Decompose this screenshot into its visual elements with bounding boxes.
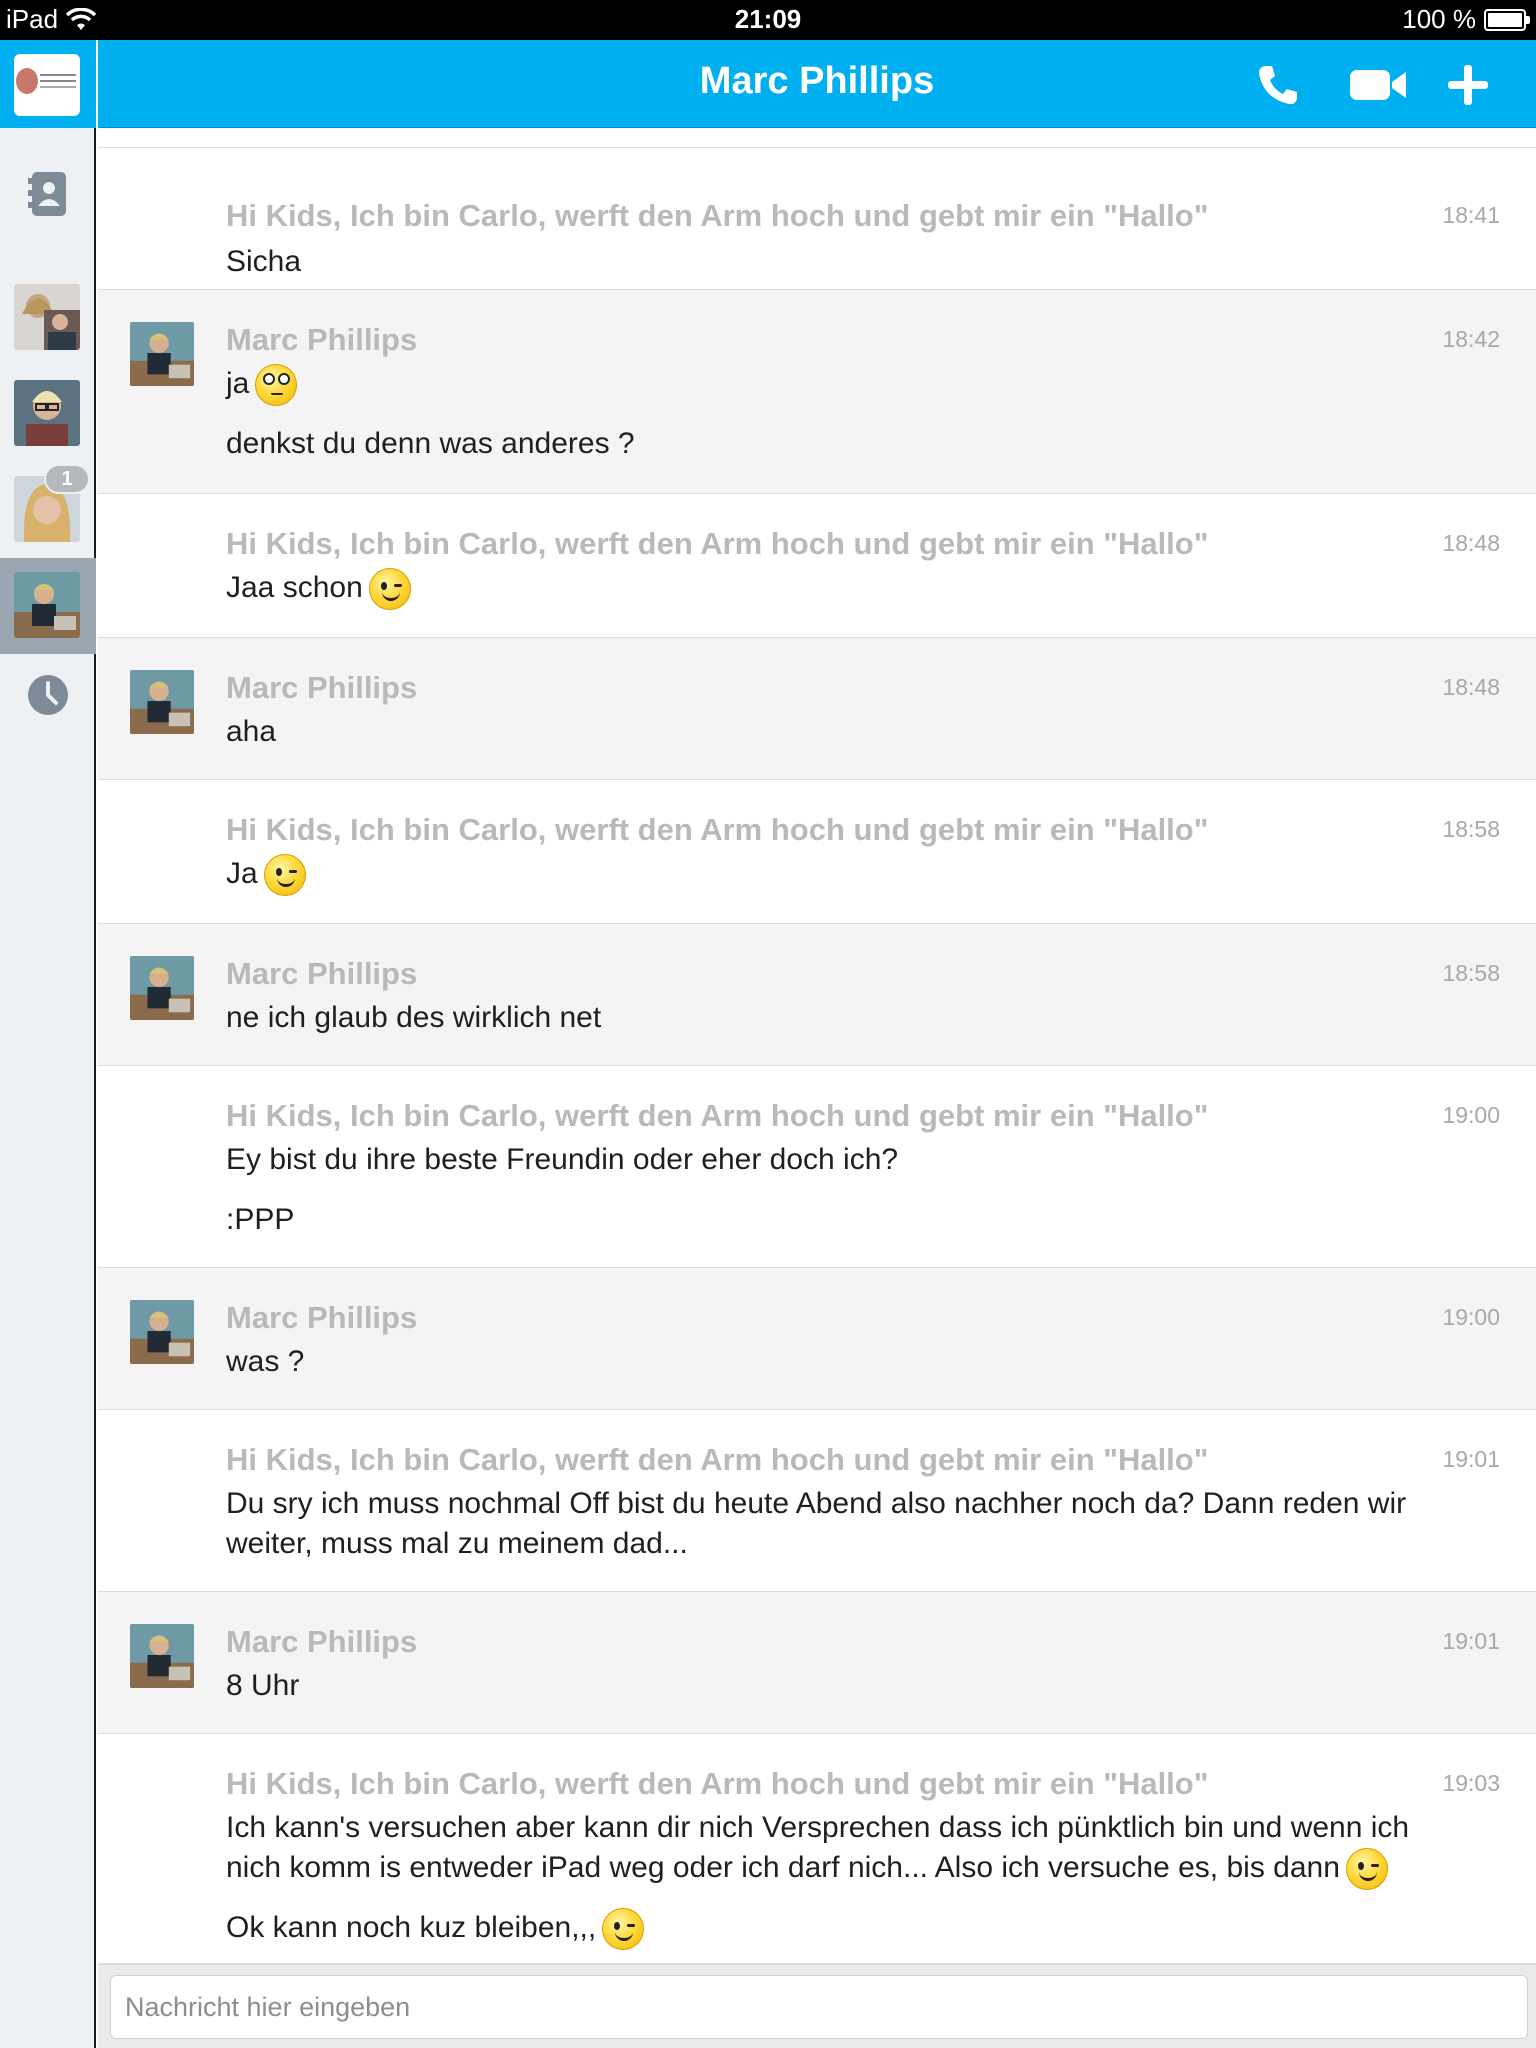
video-call-button[interactable] <box>1348 58 1408 112</box>
message-row[interactable]: Marc Phillips 18:58 ne ich glaub des wir… <box>98 924 1536 1066</box>
message-row[interactable]: Marc Phillips 19:01 8 Uhr <box>98 1592 1536 1734</box>
call-button[interactable] <box>1248 58 1308 112</box>
message-time: 19:00 <box>1442 1102 1500 1128</box>
message-sender: Hi Kids, Ich bin Carlo, werft den Arm ho… <box>226 1766 1209 1801</box>
battery-icon <box>1484 8 1530 31</box>
contact-avatar-1[interactable] <box>14 284 80 350</box>
message-text: was ? <box>226 1345 305 1378</box>
message-text: Ich kann's versuchen aber kann dir nich … <box>226 1811 1410 1844</box>
profile-thumbnail <box>14 54 80 116</box>
message-time: 18:58 <box>1442 816 1500 842</box>
message-row[interactable]: Marc Phillips 18:48 aha <box>98 638 1536 780</box>
message-row[interactable]: Hi Kids, Ich bin Carlo, werft den Arm ho… <box>98 1066 1536 1268</box>
battery-fill <box>1488 12 1522 27</box>
message-sender: Hi Kids, Ich bin Carlo, werft den Arm ho… <box>226 812 1209 847</box>
message-row[interactable]: Hi Kids, Ich bin Carlo, werft den Arm ho… <box>98 1410 1536 1592</box>
message-time: 18:58 <box>1442 960 1500 986</box>
message-text: Ey bist du ihre beste Freundin oder eher… <box>226 1143 899 1176</box>
sender-avatar <box>130 670 194 734</box>
message-text-line: nich komm is entweder iPad weg oder ich … <box>226 1848 1500 1891</box>
sender-avatar <box>130 956 194 1020</box>
wink-emoji-icon <box>602 1908 645 1951</box>
contact-avatar-2[interactable] <box>14 380 80 446</box>
message-row[interactable]: Marc Phillips 18:42 ja denkst du denn wa… <box>98 290 1536 494</box>
recent-clock-icon <box>28 675 68 715</box>
message-text: aha <box>226 715 277 748</box>
message-sender: Marc Phillips <box>226 1300 418 1335</box>
unread-badge: 1 <box>44 464 90 494</box>
message-time: 18:42 <box>1442 326 1500 352</box>
status-right: 100 % <box>1402 4 1530 35</box>
message-text: Ok kann noch kuz bleiben,,, <box>226 1911 597 1944</box>
sender-avatar <box>130 322 194 386</box>
status-bar: iPad 21:09 100 % <box>0 0 1536 40</box>
message-time: 18:48 <box>1442 674 1500 700</box>
sidebar: 1 <box>0 40 96 2048</box>
message-text-line: ja <box>226 364 1500 407</box>
message-text: Ja <box>226 857 258 890</box>
video-camera-icon <box>1350 70 1406 100</box>
message-text: :PPP <box>226 1203 295 1236</box>
message-row[interactable]: Hi Kids, Ich bin Carlo, werft den Arm ho… <box>98 494 1536 638</box>
wink-emoji-icon <box>368 568 411 611</box>
battery-percent: 100 % <box>1402 4 1476 34</box>
message-input[interactable] <box>110 1975 1528 2039</box>
sender-avatar <box>130 1300 194 1364</box>
composer-bar <box>98 1964 1536 2048</box>
message-text-line: Ja <box>226 854 1500 897</box>
message-time: 18:41 <box>1442 202 1500 228</box>
profile-photo-shape <box>16 68 38 94</box>
message-sender: Marc Phillips <box>226 1624 418 1659</box>
message-text: weiter, muss mal zu meinem dad... <box>226 1527 688 1560</box>
phone-icon <box>1259 66 1297 105</box>
message-time: 19:03 <box>1442 1770 1500 1796</box>
message-text: ne ich glaub des wirklich net <box>226 1001 602 1034</box>
message-time: 18:48 <box>1442 530 1500 556</box>
plus-icon <box>1448 65 1488 105</box>
profile-text-lines <box>40 74 76 76</box>
sender-avatar <box>130 1624 194 1688</box>
message-row[interactable]: Hi Kids, Ich bin Carlo, werft den Arm ho… <box>98 148 1536 290</box>
chat-title: Marc Phillips <box>699 60 935 102</box>
message-text: nich komm is entweder iPad weg oder ich … <box>226 1851 1340 1884</box>
message-sender: Marc Phillips <box>226 670 418 705</box>
wink-emoji-icon <box>1345 1848 1388 1891</box>
recent-button[interactable] <box>0 670 96 720</box>
message-text-line: Ok kann noch kuz bleiben,,, <box>226 1908 1500 1951</box>
profile-button[interactable] <box>0 40 96 128</box>
message-text: Du sry ich muss nochmal Off bist du heut… <box>226 1487 1407 1520</box>
add-button[interactable] <box>1438 58 1498 112</box>
status-time: 21:09 <box>734 4 802 34</box>
contacts-button[interactable] <box>0 166 96 222</box>
message-sender: Hi Kids, Ich bin Carlo, werft den Arm ho… <box>226 1098 1209 1133</box>
contact-avatar-4[interactable] <box>14 572 80 638</box>
message-text: ja <box>226 367 250 400</box>
message-sender: Hi Kids, Ich bin Carlo, werft den Arm ho… <box>226 526 1209 561</box>
message-row-partial <box>98 128 1536 148</box>
contacts-icon <box>28 172 66 216</box>
message-text: Sicha <box>226 245 302 278</box>
message-row[interactable]: Hi Kids, Ich bin Carlo, werft den Arm ho… <box>98 780 1536 924</box>
message-sender: Hi Kids, Ich bin Carlo, werft den Arm ho… <box>226 198 1209 233</box>
message-text-line: Jaa schon <box>226 568 1500 611</box>
chat-header: Marc Phillips <box>98 40 1536 128</box>
message-row[interactable]: Marc Phillips 19:00 was ? <box>98 1268 1536 1410</box>
message-row[interactable]: Hi Kids, Ich bin Carlo, werft den Arm ho… <box>98 1734 1536 1964</box>
message-time: 19:00 <box>1442 1304 1500 1330</box>
message-sender: Marc Phillips <box>226 322 418 357</box>
wink-emoji-icon <box>263 854 306 897</box>
message-sender: Marc Phillips <box>226 956 418 991</box>
message-text: denkst du denn was anderes ? <box>226 427 635 460</box>
message-time: 19:01 <box>1442 1628 1500 1654</box>
eye-roll-emoji-icon <box>255 364 298 407</box>
message-time: 19:01 <box>1442 1446 1500 1472</box>
message-text: Jaa schon <box>226 571 363 604</box>
message-list[interactable]: Hi Kids, Ich bin Carlo, werft den Arm ho… <box>98 128 1536 1964</box>
message-text: 8 Uhr <box>226 1669 300 1702</box>
message-sender: Hi Kids, Ich bin Carlo, werft den Arm ho… <box>226 1442 1209 1477</box>
